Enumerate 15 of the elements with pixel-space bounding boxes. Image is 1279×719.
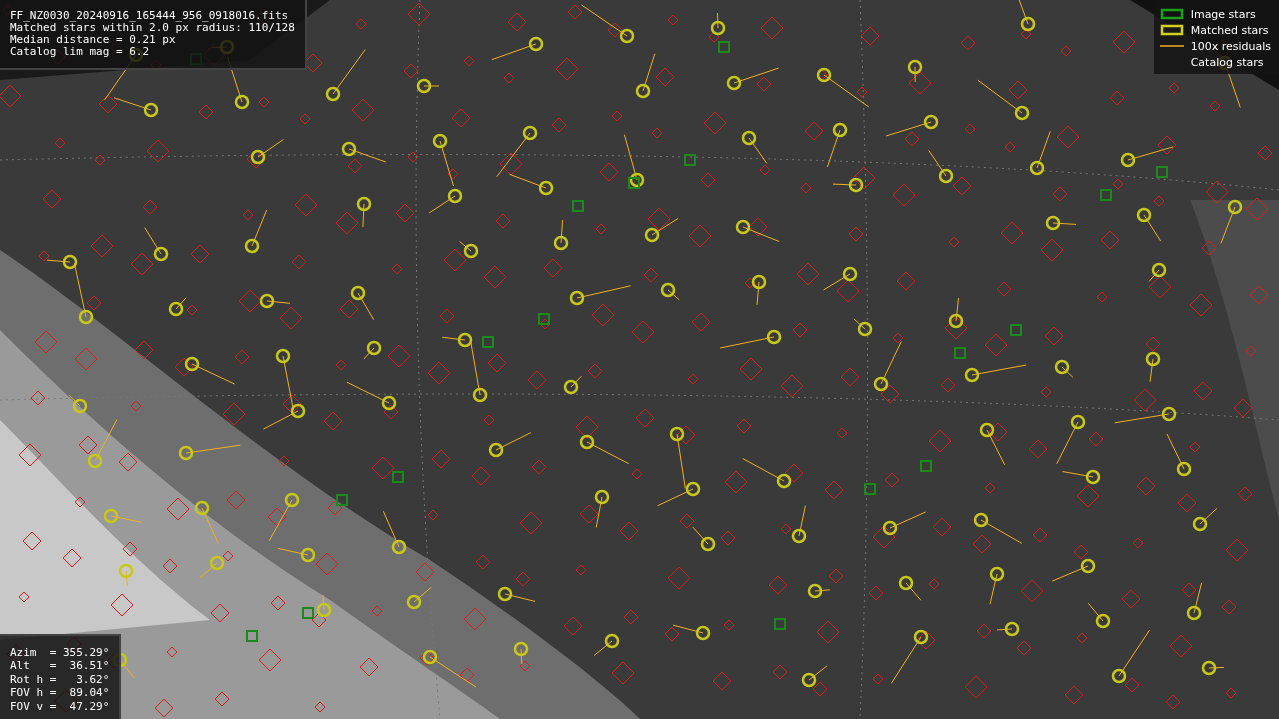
matched-swatch-icon [1159,24,1184,36]
legend-label: 100x residuals [1190,39,1271,53]
image-swatch-icon [1159,8,1184,20]
pointing-text: Alt = 36.51° [10,659,110,673]
pointing-text: Azim = 355.29° [10,645,110,659]
info-text: Catalog lim mag = 6.2 [10,46,151,58]
legend-label: Image stars [1190,7,1256,21]
info-text: FF_NZ0030_20240916_165444_956_0918016.fits [10,10,290,22]
legend-label: Catalog stars [1190,55,1264,69]
info-text: Median distance = 0.21 px [10,34,177,46]
info-text: Matched stars within 2.0 px radius: 110/128 [10,22,295,34]
legend-label: Matched stars [1190,23,1269,37]
pointing-text: FOV h = 89.04° [10,686,110,700]
pointing-text: FOV v = 47.29° [10,699,110,713]
pointing-text: Rot h = 3.62° [10,672,110,686]
